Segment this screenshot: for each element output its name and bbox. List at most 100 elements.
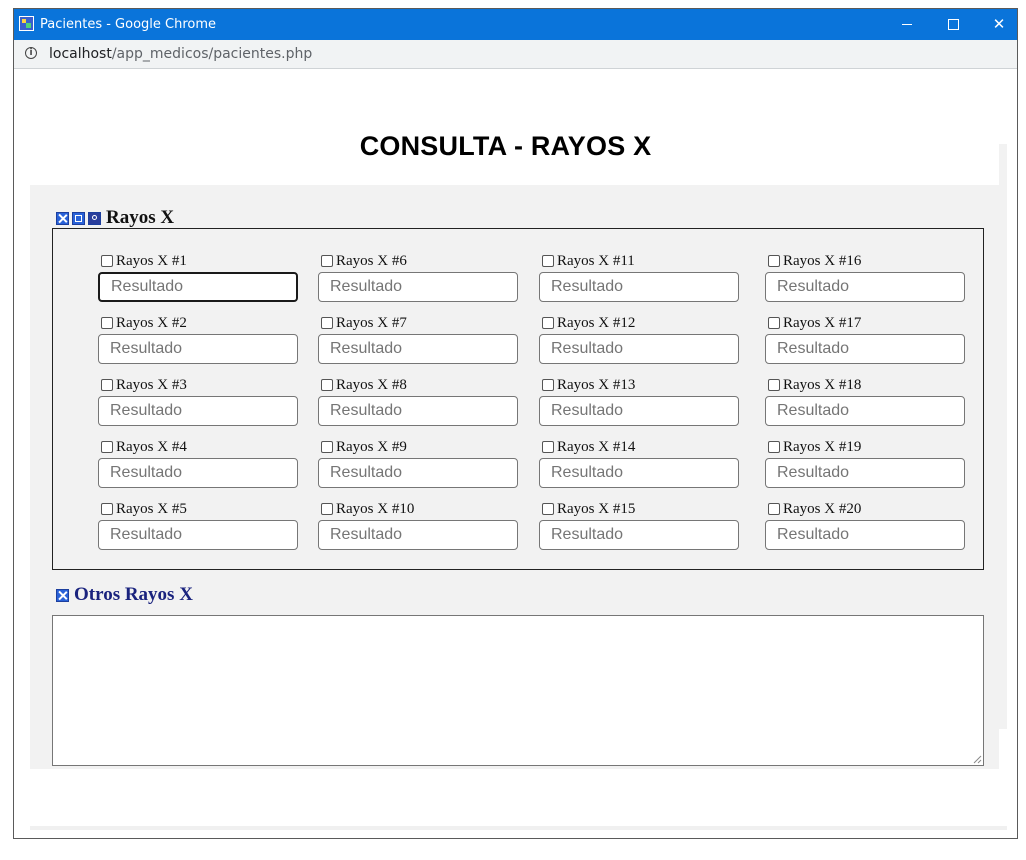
resultado-input[interactable] (98, 272, 298, 302)
rayos-checkbox[interactable] (768, 379, 780, 391)
close-square-icon[interactable] (56, 588, 69, 602)
rayos-item: Rayos X #8 (318, 377, 518, 426)
resultado-input[interactable] (318, 334, 518, 364)
rayos-item: Rayos X #20 (765, 500, 965, 550)
page-title: CONSULTA - RAYOS X (359, 131, 652, 161)
rayos-item-label-row: Rayos X #6 (318, 253, 518, 269)
resultado-input[interactable] (765, 458, 965, 488)
maximize-icon (947, 19, 959, 30)
rayos-item-label: Rayos X #13 (557, 376, 636, 393)
rayos-item-label-row: Rayos X #8 (318, 377, 518, 393)
resultado-input[interactable] (98, 458, 298, 488)
address-bar[interactable]: i localhost/app_medicos/pacientes.php (14, 40, 1017, 69)
rayos-checkbox[interactable] (542, 255, 554, 267)
rayos-item-label: Rayos X #7 (336, 314, 407, 331)
resultado-input[interactable] (318, 396, 518, 426)
rayos-checkbox[interactable] (768, 441, 780, 453)
resultado-input[interactable] (318, 272, 518, 302)
rayos-checkbox[interactable] (542, 503, 554, 515)
rayos-checkbox[interactable] (768, 317, 780, 329)
maximize-button[interactable] (930, 9, 976, 40)
rayos-item: Rayos X #6 (318, 253, 518, 302)
rayos-checkbox[interactable] (321, 503, 333, 515)
rayos-checkbox[interactable] (542, 317, 554, 329)
close-icon: ✕ (992, 15, 1006, 33)
rayos-item-label: Rayos X #1 (116, 252, 187, 269)
resultado-input[interactable] (765, 396, 965, 426)
rayos-item: Rayos X #2 (98, 315, 298, 364)
resultado-input[interactable] (539, 396, 739, 426)
close-square-icon[interactable] (56, 211, 69, 225)
resultado-input[interactable] (539, 272, 739, 302)
rayos-item-label: Rayos X #9 (336, 438, 407, 455)
resultado-input[interactable] (765, 520, 965, 550)
rayos-item-label-row: Rayos X #9 (318, 439, 518, 455)
rayos-checkbox[interactable] (321, 317, 333, 329)
resultado-input[interactable] (539, 458, 739, 488)
page-content: CONSULTA - RAYOS X Rayos X Rayos X #1Ray… (14, 69, 1017, 838)
resultado-input[interactable] (539, 334, 739, 364)
rayos-checkbox[interactable] (768, 255, 780, 267)
url-host: localhost (49, 46, 112, 62)
rayos-item-label: Rayos X #10 (336, 500, 415, 517)
rayos-checkbox[interactable] (101, 317, 113, 329)
rayos-item-label: Rayos X #18 (783, 376, 862, 393)
rayos-checkbox[interactable] (321, 255, 333, 267)
resultado-input[interactable] (539, 520, 739, 550)
close-button[interactable]: ✕ (976, 9, 1017, 40)
rayos-item-label: Rayos X #3 (116, 376, 187, 393)
rayos-checkbox[interactable] (321, 441, 333, 453)
rayos-checkbox[interactable] (542, 379, 554, 391)
rayos-checkbox[interactable] (101, 503, 113, 515)
rayos-item-label: Rayos X #8 (336, 376, 407, 393)
app-favicon-icon (19, 16, 34, 31)
otros-section-header: Otros Rayos X (56, 584, 193, 606)
otros-rayos-textarea[interactable] (52, 615, 984, 766)
rayos-checkbox[interactable] (101, 255, 113, 267)
info-icon[interactable]: i (25, 47, 37, 59)
rayos-item-label-row: Rayos X #10 (318, 501, 518, 517)
rayos-checkbox[interactable] (321, 379, 333, 391)
rayos-item-label: Rayos X #2 (116, 314, 187, 331)
rayos-item-label-row: Rayos X #2 (98, 315, 298, 331)
rayos-item: Rayos X #10 (318, 501, 518, 550)
rayos-item-label: Rayos X #6 (336, 252, 407, 269)
resultado-input[interactable] (318, 458, 518, 488)
rayos-checkbox[interactable] (101, 379, 113, 391)
minimize-button[interactable] (884, 9, 930, 40)
title-bar[interactable]: Pacientes - Google Chrome ✕ (14, 9, 1017, 40)
rayos-item-label: Rayos X #17 (783, 314, 862, 331)
rayos-item-label: Rayos X #20 (783, 500, 862, 517)
resultado-input[interactable] (765, 334, 965, 364)
resize-grip-icon[interactable] (972, 754, 982, 764)
resultado-input[interactable] (98, 396, 298, 426)
checkbox-square-icon[interactable] (72, 211, 85, 225)
window-title: Pacientes - Google Chrome (40, 17, 217, 32)
rayos-item: Rayos X #16 (765, 253, 965, 302)
rayos-item-label-row: Rayos X #3 (98, 377, 298, 393)
rayos-item-label-row: Rayos X #14 (539, 439, 739, 455)
rayos-checkbox[interactable] (101, 441, 113, 453)
rayos-item-label: Rayos X #15 (557, 500, 636, 517)
rayos-item-label-row: Rayos X #11 (539, 253, 739, 269)
rayos-section-title: Rayos X (106, 207, 175, 228)
rayos-item: Rayos X #1 (98, 253, 298, 302)
url-text[interactable]: localhost/app_medicos/pacientes.php (49, 46, 312, 62)
rayos-checkbox[interactable] (542, 441, 554, 453)
search-square-icon[interactable] (88, 211, 101, 225)
resultado-input[interactable] (98, 520, 298, 550)
rayos-item-label-row: Rayos X #19 (765, 439, 965, 455)
rayos-item-label-row: Rayos X #1 (98, 253, 298, 269)
resultado-input[interactable] (318, 520, 518, 550)
rayos-item-label-row: Rayos X #4 (98, 439, 298, 455)
browser-window: Pacientes - Google Chrome ✕ i localhost/… (13, 8, 1018, 839)
resultado-input[interactable] (98, 334, 298, 364)
rayos-item-label: Rayos X #11 (557, 252, 635, 269)
rayos-item-label: Rayos X #12 (557, 314, 636, 331)
rayos-checkbox[interactable] (768, 503, 780, 515)
rayos-item: Rayos X #3 (98, 377, 298, 426)
resultado-input[interactable] (765, 272, 965, 302)
rayos-item: Rayos X #15 (539, 500, 739, 550)
rayos-fieldset: Rayos X #1 Rayos X #2 Rayos X #3 Rayos X #4… (52, 228, 984, 570)
bottom-divider (30, 826, 1007, 830)
